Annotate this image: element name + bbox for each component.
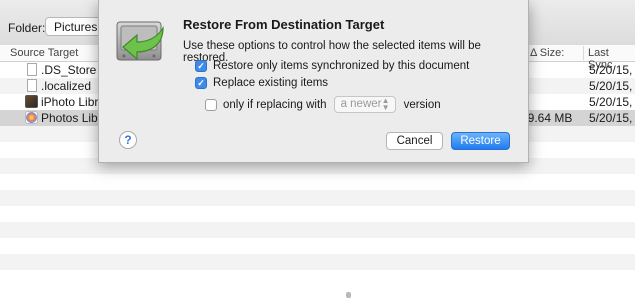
- folder-select[interactable]: Pictures: [45, 17, 105, 36]
- version-suffix: version: [403, 98, 441, 111]
- restore-dialog: Restore From Destination Target Use thes…: [98, 0, 529, 163]
- option-only-if-replacing[interactable]: only if replacing with a newer ▲ ▼ versio…: [205, 96, 441, 113]
- restore-button[interactable]: Restore: [451, 132, 510, 150]
- empty-row: [0, 206, 635, 222]
- empty-row: [0, 270, 635, 286]
- option-label: Replace existing items: [213, 77, 329, 89]
- column-delta-size[interactable]: Δ Size:: [530, 47, 564, 59]
- empty-row: [0, 174, 635, 190]
- row-name: iPhoto Libra: [41, 95, 106, 109]
- dialog-title: Restore From Destination Target: [183, 17, 385, 32]
- empty-row: [0, 222, 635, 238]
- version-select[interactable]: a newer ▲ ▼: [333, 96, 396, 113]
- checkbox-checked[interactable]: ✓: [195, 77, 207, 89]
- cancel-button[interactable]: Cancel: [386, 132, 443, 150]
- checkbox-unchecked[interactable]: [205, 98, 217, 111]
- file-icon: [27, 63, 37, 76]
- option-label: Restore only items synchronized by this …: [213, 60, 470, 72]
- empty-row: [0, 238, 635, 254]
- empty-row: [0, 254, 635, 270]
- resize-handle[interactable]: [346, 292, 351, 298]
- checkbox-checked[interactable]: ✓: [195, 60, 207, 72]
- photos-library-icon: [25, 111, 38, 124]
- column-source-target[interactable]: Source Target: [10, 47, 78, 59]
- iphoto-library-icon: [25, 95, 38, 108]
- column-divider[interactable]: [583, 46, 584, 60]
- file-icon: [27, 79, 37, 92]
- row-last-sync: 5/20/15, 3: [589, 63, 635, 77]
- row-name: .DS_Store: [41, 63, 97, 77]
- row-name: .localized: [41, 79, 92, 93]
- version-select-value: a newer: [340, 98, 382, 110]
- row-last-sync: 5/20/15, 3: [589, 79, 635, 93]
- option-replace-existing[interactable]: ✓ Replace existing items: [195, 77, 328, 89]
- select-arrows-icon: ▲ ▼: [381, 96, 390, 112]
- empty-row: [0, 190, 635, 206]
- drive-restore-icon: [116, 21, 164, 61]
- row-last-sync: 5/20/15, 3: [589, 111, 635, 125]
- row-last-sync: 5/20/15, 3: [589, 95, 635, 109]
- help-button[interactable]: ?: [119, 131, 137, 149]
- option-label: only if replacing with: [223, 98, 327, 111]
- folder-label: Folder:: [8, 21, 46, 35]
- option-restore-only-synced[interactable]: ✓ Restore only items synchronized by thi…: [195, 60, 469, 72]
